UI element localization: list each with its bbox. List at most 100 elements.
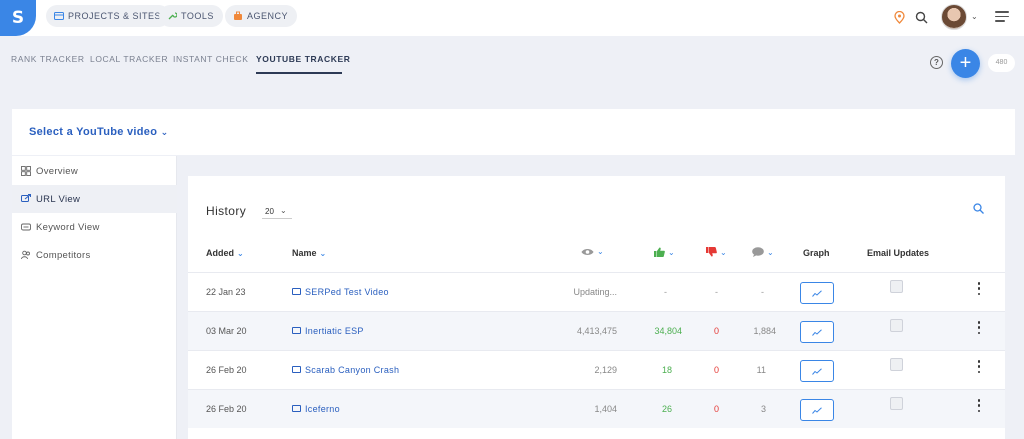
image-icon [292, 288, 301, 295]
column-name[interactable]: Name ⌄ [292, 248, 326, 258]
chevron-down-icon: ⌄ [160, 127, 169, 137]
row-menu-icon[interactable] [977, 399, 981, 412]
eye-icon [581, 248, 594, 255]
video-selector-label: Select a YouTube video [29, 126, 158, 138]
row-name-link[interactable]: Iceferno [292, 404, 340, 414]
row-name-link[interactable]: Inertiatic ESP [292, 326, 364, 336]
email-updates-checkbox[interactable] [890, 358, 903, 371]
column-name-label: Name [292, 248, 317, 258]
active-tab-indicator [256, 72, 342, 74]
hamburger-menu-icon[interactable] [995, 11, 1009, 23]
users-icon [20, 250, 31, 261]
row-name: Scarab Canyon Crash [305, 365, 400, 375]
chevron-down-icon[interactable]: ⌄ [971, 12, 978, 21]
credits-badge: 480 [988, 54, 1015, 72]
email-updates-checkbox[interactable] [890, 397, 903, 410]
row-name: Inertiatic ESP [305, 326, 364, 336]
row-menu-icon[interactable] [977, 321, 981, 334]
table-row: 03 Mar 20 Inertiatic ESP 4,413,475 34,80… [188, 311, 1005, 350]
column-email-updates: Email Updates [867, 248, 930, 258]
link-icon [20, 194, 31, 205]
graph-button[interactable] [800, 399, 834, 421]
chevron-down-icon: ⌄ [237, 249, 244, 258]
row-dislikes: 0 [714, 404, 720, 414]
chevron-down-icon: ⌄ [319, 249, 327, 258]
nav-tools[interactable]: TOOLS [159, 5, 223, 27]
column-added[interactable]: Added ⌄ [206, 248, 244, 258]
tools-icon [167, 11, 177, 21]
column-comments[interactable]: ⌄ [752, 247, 774, 257]
nav-projects-sites-label: PROJECTS & SITES [68, 11, 162, 21]
row-likes: 26 [661, 404, 672, 414]
chart-line-icon [812, 328, 822, 336]
row-dislikes: - [715, 287, 718, 297]
nav-tools-label: TOOLS [181, 11, 214, 21]
video-selector[interactable]: Select a YouTube video ⌄ [29, 126, 168, 138]
sidebar-item-label: Competitors [36, 249, 91, 261]
sidebar-item-label: Overview [36, 165, 78, 177]
column-dislikes[interactable]: ⌄ [706, 247, 727, 257]
tab-rank-tracker[interactable]: RANK TRACKER [11, 54, 85, 64]
thumbs-up-icon [654, 247, 665, 257]
app-logo[interactable]: S [0, 0, 36, 36]
row-name: Iceferno [305, 404, 340, 414]
row-name-link[interactable]: SERPed Test Video [292, 287, 389, 297]
nav-projects-sites[interactable]: PROJECTS & SITES [46, 5, 171, 27]
row-dislikes: 0 [714, 365, 720, 375]
agency-icon [233, 11, 243, 21]
sidebar-item-url-view[interactable]: URL View [12, 185, 177, 213]
row-comments: 11 [756, 365, 766, 375]
video-selector-bar: Select a YouTube video ⌄ [12, 109, 1015, 155]
graph-button[interactable] [800, 360, 834, 382]
row-menu-icon[interactable] [977, 282, 981, 295]
chevron-down-icon: ⌄ [597, 247, 604, 256]
avatar[interactable] [941, 4, 967, 30]
row-likes: 34,804 [654, 326, 682, 336]
page-size-select[interactable]: 20 ⌄ [262, 205, 292, 219]
row-views: 2,129 [594, 365, 617, 375]
email-updates-checkbox[interactable] [890, 319, 903, 332]
history-panel: History 20 ⌄ Added ⌄ Name ⌄ ⌄ ⌄ ⌄ ⌄ Graph … [188, 176, 1005, 439]
tab-local-tracker[interactable]: LOCAL TRACKER [90, 54, 168, 64]
help-icon[interactable]: ? [930, 56, 943, 69]
column-graph: Graph [803, 248, 830, 258]
graph-button[interactable] [800, 282, 834, 304]
chevron-down-icon: ⌄ [767, 247, 774, 257]
email-updates-checkbox[interactable] [890, 280, 903, 293]
column-likes[interactable]: ⌄ [654, 247, 675, 257]
image-icon [292, 366, 301, 373]
row-likes: - [664, 287, 667, 297]
row-views: 1,404 [594, 404, 617, 414]
nav-agency[interactable]: AGENCY [225, 5, 298, 27]
row-comments: 1,884 [753, 326, 776, 336]
graph-button[interactable] [800, 321, 834, 343]
row-dislikes: 0 [714, 326, 720, 336]
row-added: 26 Feb 20 [206, 365, 247, 375]
search-icon[interactable] [973, 203, 984, 214]
row-added: 22 Jan 23 [206, 287, 246, 297]
comment-icon [752, 247, 764, 257]
nav-agency-label: AGENCY [247, 11, 289, 21]
location-pin-icon[interactable] [894, 11, 905, 24]
thumbs-down-icon [706, 247, 717, 257]
row-added: 03 Mar 20 [206, 326, 247, 336]
row-name-link[interactable]: Scarab Canyon Crash [292, 365, 399, 375]
page-size-value: 20 [265, 207, 274, 216]
column-added-label: Added [206, 248, 234, 258]
search-icon[interactable] [915, 11, 928, 24]
sidebar-item-keyword-view[interactable]: Keyword View [12, 213, 177, 241]
chevron-down-icon: ⌄ [668, 247, 675, 257]
sidebar-item-label: Keyword View [36, 221, 100, 233]
chart-line-icon [812, 289, 822, 297]
sidebar-item-overview[interactable]: Overview [12, 157, 177, 185]
grid-icon [54, 11, 64, 21]
add-button[interactable]: + [951, 49, 980, 78]
sidebar-item-competitors[interactable]: Competitors [12, 241, 177, 269]
table-row: 22 Jan 23 SERPed Test Video Updating... … [188, 272, 1005, 311]
column-views[interactable]: ⌄ [581, 247, 604, 256]
chart-line-icon [812, 367, 822, 375]
row-comments: 3 [760, 404, 766, 414]
tab-youtube-tracker[interactable]: YOUTUBE TRACKER [256, 54, 350, 64]
row-menu-icon[interactable] [977, 360, 981, 373]
tab-instant-check[interactable]: INSTANT CHECK [173, 54, 249, 64]
